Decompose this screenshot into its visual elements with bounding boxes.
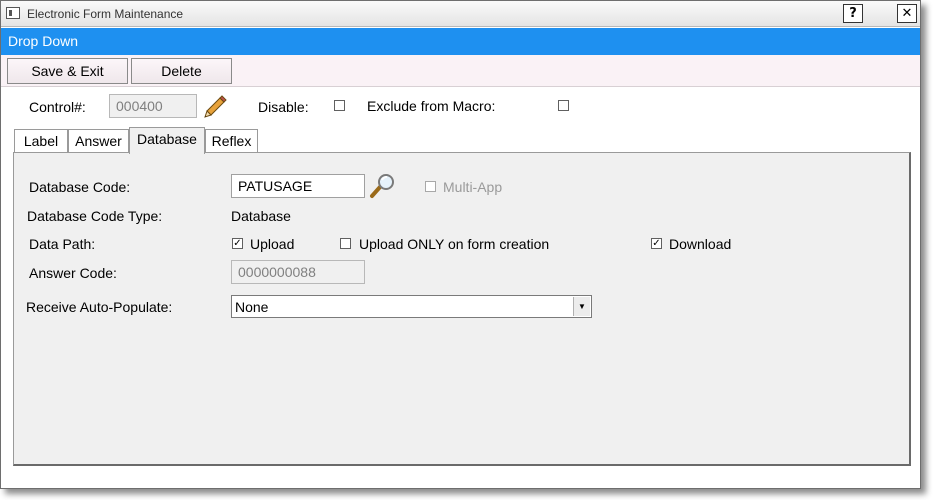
title-bar: Electronic Form Maintenance ? ✕ [1, 1, 920, 27]
header-band: Drop Down [1, 28, 920, 55]
close-button[interactable]: ✕ [897, 4, 917, 23]
database-code-type-label: Database Code Type: [27, 208, 163, 224]
auto-populate-label: Receive Auto-Populate: [26, 299, 173, 315]
delete-button[interactable]: Delete [131, 58, 232, 84]
form-maintenance-window: Electronic Form Maintenance ? ✕ Drop Dow… [0, 0, 921, 489]
tab-database[interactable]: Database [129, 127, 205, 154]
help-button[interactable]: ? [843, 4, 863, 23]
pencil-icon[interactable] [202, 95, 228, 119]
window-icon[interactable] [6, 7, 20, 19]
control-number-field[interactable]: 000400 [109, 94, 197, 118]
upload-checkbox[interactable]: ✓ [232, 238, 243, 249]
disable-checkbox[interactable] [334, 100, 345, 111]
database-code-type-value: Database [231, 208, 291, 224]
download-label: Download [669, 236, 732, 252]
exclude-macro-label: Exclude from Macro: [367, 98, 496, 114]
exclude-macro-checkbox[interactable] [558, 100, 569, 111]
upload-only-label: Upload ONLY on form creation [359, 236, 550, 252]
auto-populate-select[interactable]: None ▼ [231, 295, 592, 318]
control-number-label: Control#: [29, 99, 86, 115]
tab-label[interactable]: Label [14, 129, 68, 153]
chevron-down-icon[interactable]: ▼ [573, 297, 590, 316]
save-exit-button[interactable]: Save & Exit [7, 58, 128, 84]
multi-app-checkbox[interactable] [425, 181, 436, 192]
upload-only-checkbox[interactable] [340, 238, 351, 249]
magnifier-icon[interactable] [369, 173, 397, 199]
window-title: Electronic Form Maintenance [27, 7, 184, 21]
multi-app-label: Multi-App [443, 179, 503, 195]
auto-populate-value: None [235, 299, 269, 315]
answer-code-label: Answer Code: [29, 265, 117, 281]
tab-answer[interactable]: Answer [68, 129, 129, 153]
database-code-field[interactable]: PATUSAGE [231, 174, 365, 198]
page-title: Drop Down [8, 33, 79, 49]
toolbar: Save & Exit Delete [1, 55, 920, 87]
download-checkbox[interactable]: ✓ [651, 238, 662, 249]
tab-reflex[interactable]: Reflex [205, 129, 258, 153]
data-path-label: Data Path: [29, 236, 96, 252]
disable-label: Disable: [258, 99, 309, 115]
database-code-label: Database Code: [29, 179, 131, 195]
answer-code-field[interactable]: 0000000088 [231, 260, 365, 284]
upload-label: Upload [250, 236, 295, 252]
